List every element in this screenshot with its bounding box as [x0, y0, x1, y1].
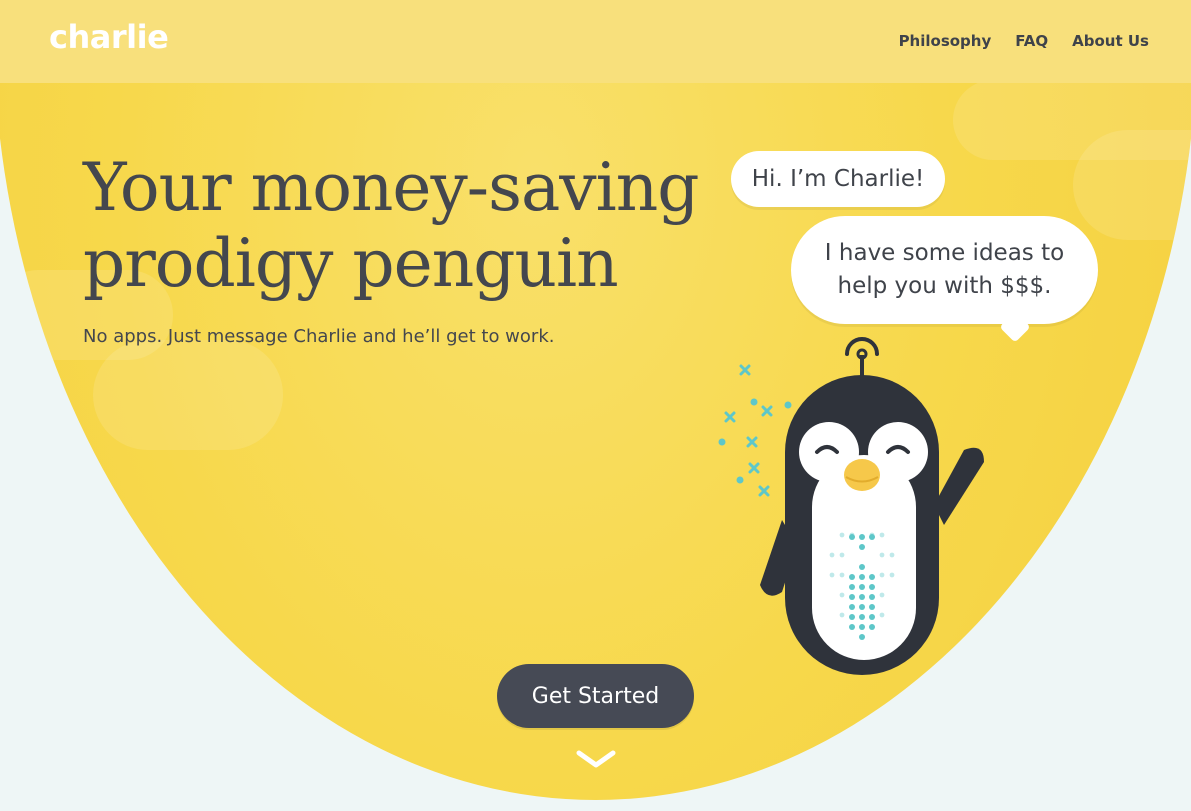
cloud-decoration: [93, 340, 283, 450]
get-started-button[interactable]: Get Started: [497, 664, 694, 728]
bubble-ideas-line-2: help you with $$$.: [837, 273, 1052, 299]
sparkle-icon: [724, 364, 773, 497]
headline-line-1: Your money-saving: [83, 149, 699, 226]
bubble-ideas-line-1: I have some ideas to: [824, 240, 1065, 266]
main-nav: Philosophy FAQ About Us: [899, 32, 1149, 50]
penguin-icon: [718, 337, 984, 675]
hero-subheadline: No apps. Just message Charlie and he’ll …: [83, 326, 555, 347]
nav-item-philosophy[interactable]: Philosophy: [899, 32, 992, 50]
nav-item-faq[interactable]: FAQ: [1015, 32, 1048, 50]
nav-item-about-us[interactable]: About Us: [1072, 32, 1149, 50]
right-flipper: [934, 447, 984, 525]
speech-bubble-ideas: I have some ideas to help you with $$$.: [791, 216, 1098, 343]
top-navigation-bar: charlie Philosophy FAQ About Us: [0, 0, 1191, 83]
chevron-down-icon[interactable]: [575, 748, 617, 770]
penguin-beak: [844, 459, 880, 491]
speech-bubble-greeting: Hi. I’m Charlie!: [731, 151, 945, 207]
headline-line-2: prodigy penguin: [83, 225, 619, 302]
cloud-decoration: [1073, 130, 1191, 240]
antenna-icon: [845, 337, 879, 380]
hero-headline: Your money-saving prodigy penguin: [83, 150, 743, 302]
charlie-logo[interactable]: charlie: [49, 18, 169, 56]
